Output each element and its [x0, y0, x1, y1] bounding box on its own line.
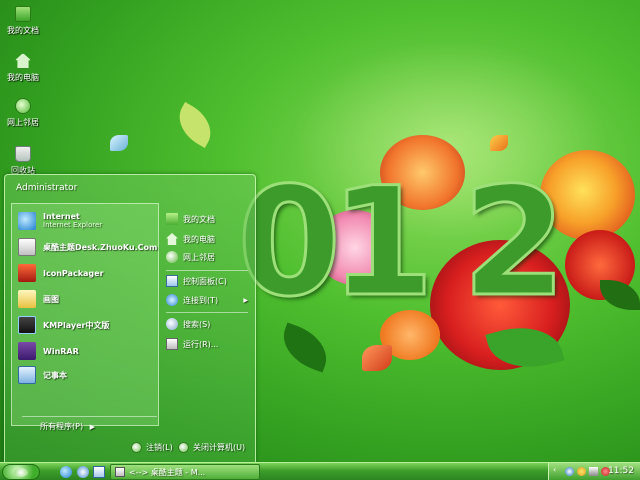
- desktop-icon-recycle-bin[interactable]: 回收站: [2, 146, 44, 176]
- folder-icon: [166, 213, 178, 225]
- program-label: KMPlayer中文版: [43, 320, 110, 330]
- shutdown-button[interactable]: 关闭计算机(U): [178, 442, 245, 453]
- iconpackager-icon: [18, 264, 36, 282]
- start-menu-username: Administrator: [16, 183, 78, 193]
- program-winrar[interactable]: WinRAR: [18, 341, 79, 361]
- network-tray-icon[interactable]: [565, 467, 574, 476]
- start-button[interactable]: [2, 464, 40, 480]
- program-sublabel: Internet Explorer: [43, 221, 103, 229]
- logoff-button[interactable]: 注销(L): [131, 442, 173, 453]
- place-search[interactable]: 搜索(S): [166, 316, 248, 332]
- triangle-right-icon: ▶: [243, 296, 248, 304]
- program-label: 记事本: [43, 370, 67, 380]
- notepad-icon: [18, 366, 36, 384]
- power-icon: [178, 442, 189, 453]
- program-kmplayer[interactable]: KMPlayer中文版: [18, 315, 110, 335]
- start-menu-footer: 注销(L) 关闭计算机(U): [5, 430, 255, 462]
- wallpaper-digit: 1: [328, 156, 435, 330]
- butterfly-icon: [362, 345, 392, 371]
- taskbar-window-label: <--> 桌酷主题 - M...: [129, 467, 206, 477]
- control-panel-icon: [166, 275, 178, 287]
- program-label: 桌酷主题Desk.ZhuoKu.Com: [43, 242, 158, 252]
- shutdown-label: 关闭计算机(U): [193, 443, 246, 452]
- paint-icon: [18, 290, 36, 308]
- program-label: IconPackager: [43, 268, 104, 278]
- separator: [166, 270, 248, 271]
- start-menu: Administrator Internet Internet Explorer…: [4, 174, 256, 463]
- place-my-documents[interactable]: 我的文档: [166, 211, 248, 227]
- run-icon: [166, 338, 178, 350]
- window-icon: [115, 467, 125, 477]
- separator: [22, 416, 157, 417]
- recycle-bin-icon: [15, 146, 31, 162]
- place-label: 我的文档: [183, 214, 215, 224]
- program-label: WinRAR: [43, 346, 79, 356]
- place-label: 搜索(S): [183, 319, 211, 329]
- logoff-icon: [131, 442, 142, 453]
- quicklaunch-ie-icon[interactable]: [60, 466, 72, 478]
- logoff-label: 注销(L): [146, 443, 173, 452]
- butterfly-icon: [110, 135, 128, 151]
- start-orb-icon: [14, 468, 28, 477]
- wallpaper-leaf: [600, 280, 640, 310]
- wallpaper-leaf: [170, 102, 220, 148]
- quicklaunch-media-icon[interactable]: [77, 466, 89, 478]
- wallpaper-digit: 2: [460, 156, 567, 330]
- internet-explorer-icon: [18, 212, 36, 230]
- winrar-icon: [18, 342, 36, 360]
- network-icon: [166, 251, 178, 263]
- place-control-panel[interactable]: 控制面板(C): [166, 273, 248, 289]
- connect-icon: [166, 294, 178, 306]
- zhuoku-icon: [18, 238, 36, 256]
- program-paint[interactable]: 画图: [18, 289, 59, 309]
- desktop-icon-label: 网上邻居: [7, 118, 39, 127]
- place-my-computer[interactable]: 我的电脑: [166, 231, 248, 247]
- program-internet-explorer[interactable]: Internet Internet Explorer: [18, 211, 102, 231]
- program-notepad[interactable]: 记事本: [18, 365, 67, 385]
- volume-tray-icon[interactable]: [589, 467, 598, 476]
- place-connect-to[interactable]: 连接到(T) ▶: [166, 292, 248, 308]
- butterfly-icon: [490, 135, 508, 151]
- system-tray: ‹ 11:52: [548, 463, 640, 480]
- desktop-icon-my-documents[interactable]: 我的文档: [2, 6, 44, 36]
- quicklaunch-show-desktop-icon[interactable]: [93, 466, 105, 478]
- computer-icon: [15, 53, 31, 69]
- program-label: Internet: [43, 212, 80, 221]
- place-label: 运行(R)...: [183, 339, 219, 349]
- place-label: 控制面板(C): [183, 276, 227, 286]
- search-icon: [166, 318, 178, 330]
- desktop-icon-label: 我的文档: [7, 26, 39, 35]
- program-zhuoku[interactable]: 桌酷主题Desk.ZhuoKu.Com: [18, 237, 157, 257]
- program-label: 画图: [43, 294, 59, 304]
- wallpaper-leaf: [275, 322, 335, 373]
- folder-icon: [15, 6, 31, 22]
- separator: [166, 312, 248, 313]
- place-network[interactable]: 网上邻居: [166, 249, 248, 265]
- qq-tray-icon[interactable]: [577, 467, 586, 476]
- kmplayer-icon: [18, 316, 36, 334]
- desktop-icon-label: 我的电脑: [7, 73, 39, 82]
- taskbar-window-button[interactable]: <--> 桌酷主题 - M...: [110, 464, 260, 480]
- place-run[interactable]: 运行(R)...: [166, 336, 248, 352]
- computer-icon: [166, 233, 178, 245]
- desktop-icon-my-computer[interactable]: 我的电脑: [2, 53, 44, 83]
- taskbar: <--> 桌酷主题 - M... ‹ 11:52: [0, 462, 640, 480]
- program-iconpackager[interactable]: IconPackager: [18, 263, 104, 283]
- clock[interactable]: 11:52: [608, 466, 634, 476]
- chevron-left-icon[interactable]: ‹: [553, 465, 562, 474]
- place-label: 网上邻居: [183, 252, 215, 262]
- desktop-icon-network[interactable]: 网上邻居: [2, 98, 44, 128]
- network-icon: [15, 98, 31, 114]
- place-label: 我的电脑: [183, 234, 215, 244]
- start-menu-programs-pane: Internet Internet Explorer 桌酷主题Desk.Zhuo…: [11, 203, 159, 426]
- start-menu-places-pane: 我的文档 我的电脑 网上邻居 控制面板(C) 连接到(T) ▶ 搜索(S) 运行…: [160, 203, 250, 426]
- place-label: 连接到(T): [183, 295, 219, 305]
